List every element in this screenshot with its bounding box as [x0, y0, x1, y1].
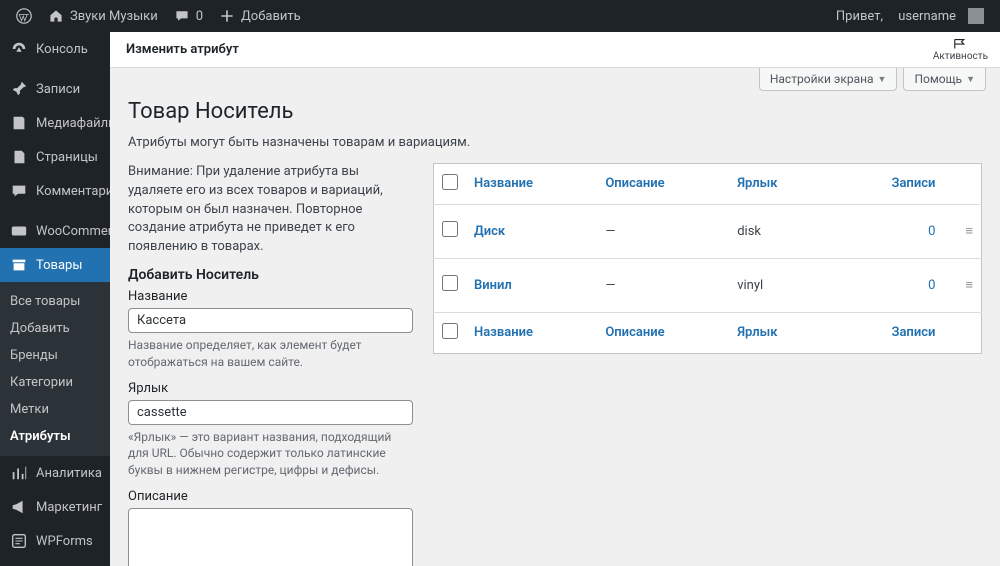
row-checkbox[interactable]: [442, 221, 458, 237]
form-icon: [10, 532, 28, 550]
name-hint: Название определяет, как элемент будет о…: [128, 337, 413, 371]
admin-bar: Звуки Музыки 0 Добавить Привет, username: [0, 0, 1000, 32]
col-posts[interactable]: Записи: [891, 176, 935, 191]
main-area: Изменить атрибут Активность Настройки эк…: [110, 32, 1000, 566]
activity-panel-toggle[interactable]: Активность: [933, 32, 988, 67]
col-name[interactable]: Название: [474, 176, 533, 191]
table-row: Винил — vinyl 0 ≡: [434, 258, 982, 312]
select-all-bottom[interactable]: [442, 323, 458, 339]
select-all-top[interactable]: [442, 174, 458, 190]
sidebar-pages[interactable]: Страницы: [0, 140, 110, 174]
term-slug: vinyl: [729, 258, 828, 312]
top-panel: Изменить атрибут Активность: [110, 32, 1000, 68]
wp-logo[interactable]: [8, 0, 40, 32]
term-slug: disk: [729, 204, 828, 258]
add-term-heading: Добавить Носитель: [128, 267, 413, 283]
sidebar-posts[interactable]: Записи: [0, 72, 110, 106]
name-label: Название: [128, 289, 413, 304]
col-posts[interactable]: Записи: [891, 325, 935, 340]
products-submenu: Все товары Добавить Бренды Категории Мет…: [0, 282, 110, 456]
plus-icon: [219, 8, 235, 24]
comment-icon: [174, 8, 190, 24]
account-link[interactable]: Привет, username: [828, 0, 992, 32]
flag-icon: [951, 37, 969, 51]
col-desc[interactable]: Описание: [605, 325, 664, 340]
add-form-column: Внимание: При удаление атрибута вы удаля…: [128, 163, 413, 566]
sidebar-analytics[interactable]: Аналитика: [0, 456, 110, 490]
sidebar-woocommerce[interactable]: WooCommerce: [0, 214, 110, 248]
terms-table: Название Описание Ярлык Записи Диск —: [433, 163, 982, 354]
intro-text: Атрибуты могут быть назначены товарам и …: [128, 134, 982, 153]
megaphone-icon: [10, 498, 28, 516]
username: username: [898, 9, 956, 24]
activity-label: Активность: [933, 51, 988, 62]
greeting: Привет,: [836, 9, 883, 24]
col-slug[interactable]: Ярлык: [737, 176, 777, 191]
sidebar-marketing[interactable]: Маркетинг: [0, 490, 110, 524]
sub-attributes[interactable]: Атрибуты: [0, 423, 110, 450]
screen-options-tab[interactable]: Настройки экрана▼: [759, 68, 898, 91]
sub-all-products[interactable]: Все товары: [0, 288, 110, 315]
col-slug[interactable]: Ярлык: [737, 325, 777, 340]
sub-brands[interactable]: Бренды: [0, 342, 110, 369]
chevron-down-icon: ▼: [966, 74, 975, 85]
page-title: Товар Носитель: [128, 99, 982, 124]
add-label: Добавить: [241, 9, 301, 24]
avatar: [968, 8, 984, 24]
sidebar-comments[interactable]: Комментарии: [0, 174, 110, 208]
col-desc[interactable]: Описание: [605, 176, 664, 191]
media-icon: [10, 114, 28, 132]
sidebar-media[interactable]: Медиафайлы: [0, 106, 110, 140]
help-tab[interactable]: Помощь▼: [903, 68, 986, 91]
slug-label: Ярлык: [128, 381, 413, 396]
comments-count: 0: [196, 9, 203, 24]
term-count-link[interactable]: 0: [928, 224, 935, 239]
drag-handle-icon[interactable]: ≡: [965, 224, 973, 239]
home-icon: [48, 8, 64, 24]
site-title: Звуки Музыки: [70, 9, 158, 24]
term-desc: —: [597, 204, 729, 258]
sidebar-dashboard[interactable]: Консоль: [0, 32, 110, 66]
term-name-link[interactable]: Винил: [474, 278, 512, 293]
gauge-icon: [10, 40, 28, 58]
pin-icon: [10, 80, 28, 98]
row-checkbox[interactable]: [442, 275, 458, 291]
warning-text: Внимание: При удаление атрибута вы удаля…: [128, 163, 413, 257]
page-icon: [10, 148, 28, 166]
sub-tags[interactable]: Метки: [0, 396, 110, 423]
description-label: Описание: [128, 489, 413, 504]
screen-meta-row: Настройки экрана▼ Помощь▼: [110, 68, 1000, 95]
sidebar-products[interactable]: Товары: [0, 248, 110, 282]
admin-sidebar: Консоль Записи Медиафайлы Страницы Комме…: [0, 32, 110, 566]
sub-categories[interactable]: Категории: [0, 369, 110, 396]
woocommerce-icon: [10, 222, 28, 240]
drag-handle-icon[interactable]: ≡: [965, 278, 973, 293]
slug-input[interactable]: [128, 400, 413, 425]
description-textarea[interactable]: [128, 508, 413, 566]
name-input[interactable]: [128, 308, 413, 333]
archive-icon: [10, 256, 28, 274]
site-link[interactable]: Звуки Музыки: [40, 0, 166, 32]
comment-icon: [10, 182, 28, 200]
new-content[interactable]: Добавить: [211, 0, 309, 32]
chevron-down-icon: ▼: [878, 74, 887, 85]
term-name-link[interactable]: Диск: [474, 224, 505, 239]
term-count-link[interactable]: 0: [928, 278, 935, 293]
comments-link[interactable]: 0: [166, 0, 211, 32]
chart-icon: [10, 464, 28, 482]
col-name[interactable]: Название: [474, 325, 533, 340]
slug-hint: «Ярлык» — это вариант названия, подходящ…: [128, 429, 413, 479]
table-row: Диск — disk 0 ≡: [434, 204, 982, 258]
sidebar-wpforms[interactable]: WPForms: [0, 524, 110, 558]
terms-table-column: Название Описание Ярлык Записи Диск —: [433, 163, 982, 354]
edit-attribute-heading: Изменить атрибут: [126, 42, 239, 57]
sub-add[interactable]: Добавить: [0, 315, 110, 342]
term-desc: —: [597, 258, 729, 312]
wordpress-icon: [16, 8, 32, 24]
